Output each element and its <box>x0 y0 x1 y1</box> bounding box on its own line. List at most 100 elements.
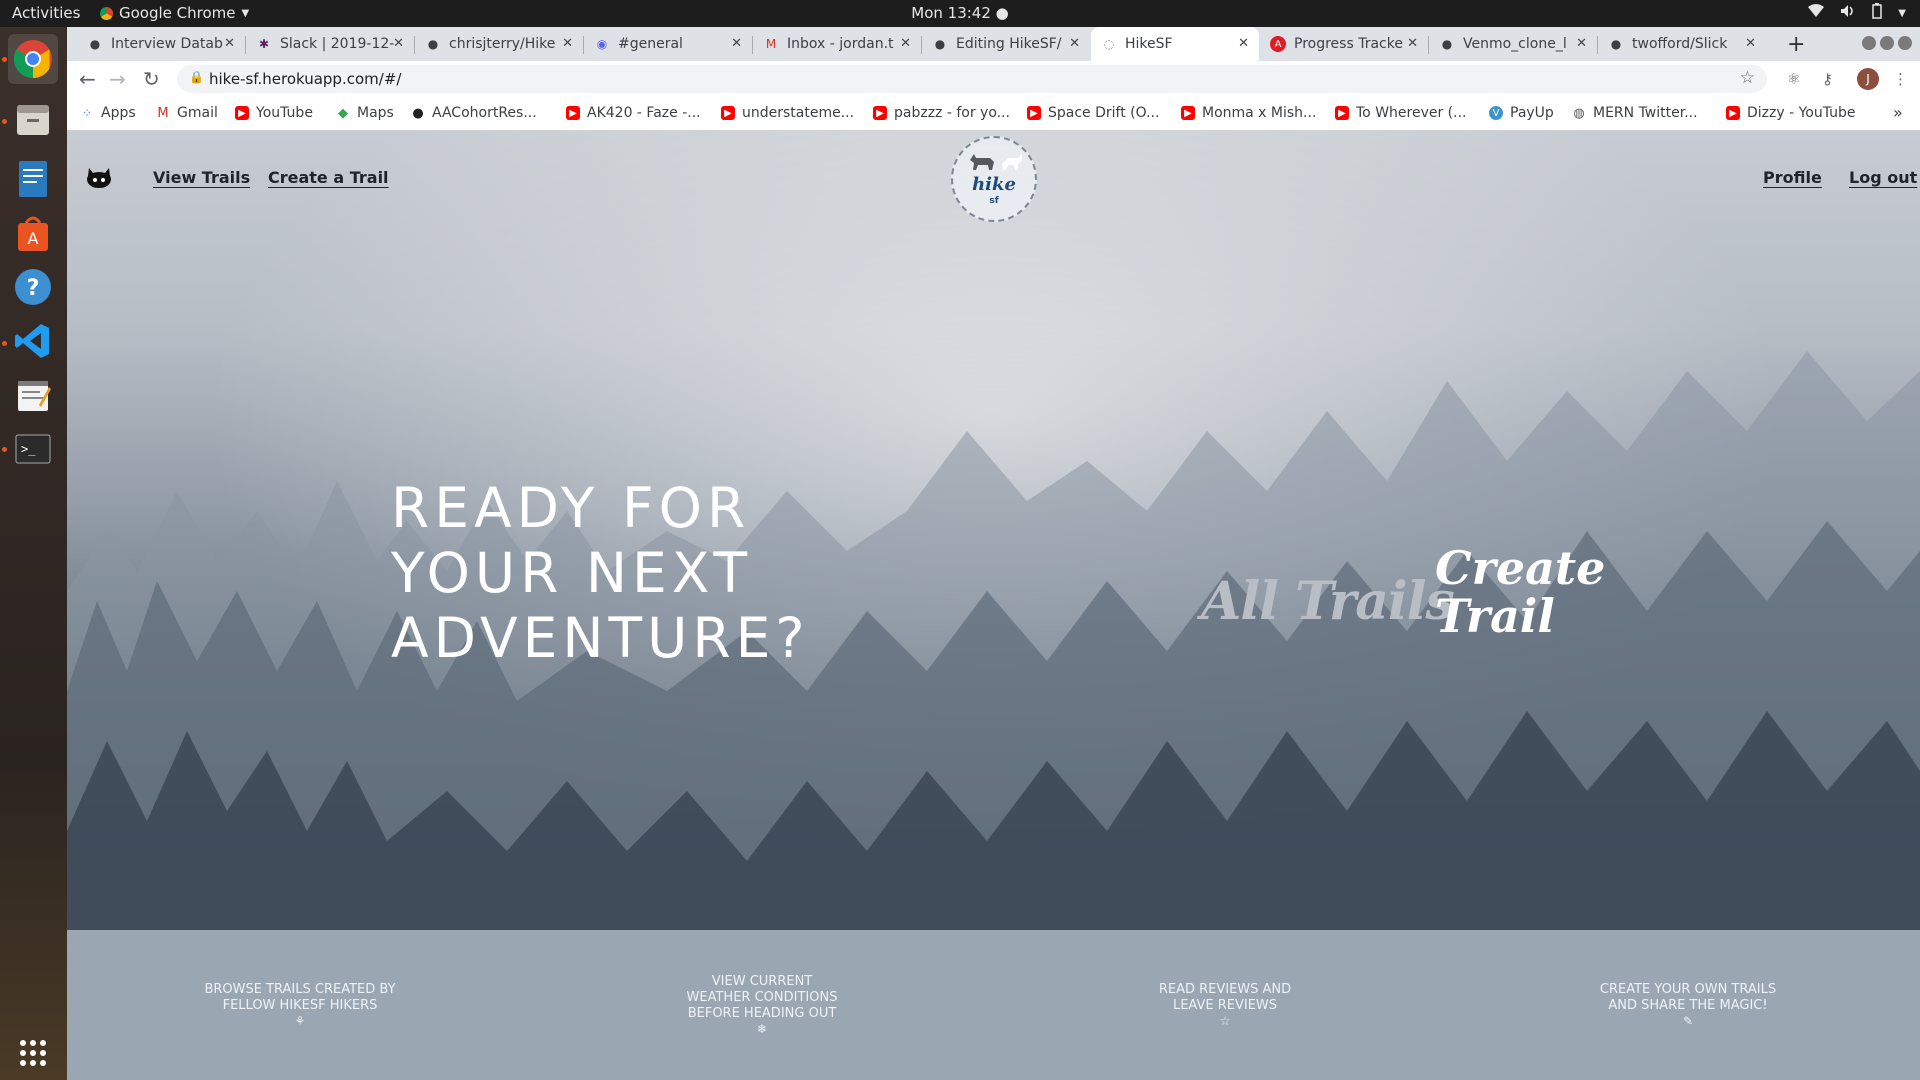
bookmark-understatement[interactable]: ▶ understateme... <box>721 105 854 121</box>
dock-vscode[interactable] <box>8 316 58 366</box>
bookmark-label: To Wherever (... <box>1356 105 1467 121</box>
more-menu-icon[interactable]: ⋮ <box>1893 70 1908 88</box>
tab-title: Venmo_clone_l <box>1463 36 1567 52</box>
close-icon[interactable]: ✕ <box>900 36 911 51</box>
close-window-button[interactable] <box>1898 36 1912 50</box>
tab-title: Slack | 2019-12-0 <box>280 36 395 52</box>
key-icon[interactable]: ⚷ <box>1822 70 1833 88</box>
bookmark-label: Monma x Mish... <box>1202 105 1317 121</box>
hikesf-logo[interactable]: hike sf <box>951 136 1037 222</box>
app-menu[interactable]: Google Chrome ▼ <box>100 4 249 22</box>
youtube-icon: ▶ <box>1335 106 1349 120</box>
terminal-icon: >_ <box>15 434 51 464</box>
bookmark-apps[interactable]: ⁘ Apps <box>80 105 136 121</box>
tab-inbox[interactable]: M Inbox - jordan.t ✕ <box>753 27 921 61</box>
bookmark-youtube[interactable]: ▶ YouTube <box>235 105 313 121</box>
back-button[interactable]: ← <box>79 67 96 91</box>
minimize-button[interactable] <box>1862 36 1876 50</box>
address-bar[interactable]: 🔒 hike-sf.herokuapp.com/#/ ☆ <box>177 65 1767 93</box>
nav-create-trail[interactable]: Create a Trail <box>268 168 389 187</box>
bookmark-label: MERN Twitter... <box>1593 105 1698 121</box>
close-icon[interactable]: ✕ <box>393 36 404 51</box>
close-icon[interactable]: ✕ <box>562 36 573 51</box>
bookmark-payup[interactable]: V PayUp <box>1489 105 1554 121</box>
close-icon[interactable]: ✕ <box>731 36 742 51</box>
create-trail-line: Trail <box>1435 589 1555 643</box>
nav-logout[interactable]: Log out <box>1849 168 1917 187</box>
bookmark-label: YouTube <box>256 105 313 121</box>
globe-icon: ◍ <box>1573 105 1585 121</box>
bookmark-to-wherever[interactable]: ▶ To Wherever (... <box>1335 105 1467 121</box>
tab-title: Progress Tracke <box>1294 36 1403 52</box>
bookmark-maps[interactable]: ◆ Maps <box>336 105 394 121</box>
extension-react-icon[interactable]: ⚛ <box>1787 70 1800 88</box>
tab-progress[interactable]: A Progress Tracke ✕ <box>1260 27 1428 61</box>
activities-button[interactable]: Activities <box>12 4 80 22</box>
lock-icon: 🔒 <box>189 70 204 84</box>
app-academy-icon: A <box>1270 36 1286 52</box>
tab-general[interactable]: ◉ #general ✕ <box>584 27 752 61</box>
reload-button[interactable]: ↻ <box>143 67 160 91</box>
dock-help[interactable]: ? <box>8 262 58 312</box>
bookmark-ak420[interactable]: ▶ AK420 - Faze -... <box>566 105 701 121</box>
dock-chrome[interactable] <box>8 34 58 84</box>
github-icon: ● <box>1610 37 1622 51</box>
bookmark-pabzzz[interactable]: ▶ pabzzz - for yo... <box>873 105 1010 121</box>
tab-title: Interview Datab <box>111 36 223 52</box>
bookmark-monma[interactable]: ▶ Monma x Mish... <box>1181 105 1316 121</box>
close-icon[interactable]: ✕ <box>1238 36 1249 51</box>
dock-software[interactable]: A <box>8 208 58 258</box>
tab-slack[interactable]: ✱ Slack | 2019-12-0 ✕ <box>246 27 414 61</box>
avatar[interactable]: J <box>1857 68 1879 90</box>
bookmark-dizzy[interactable]: ▶ Dizzy - YouTube <box>1726 105 1856 121</box>
app-menu-label: Google Chrome <box>119 4 236 22</box>
bookmark-aacohort[interactable]: ● AACohortRes... <box>411 105 537 121</box>
close-icon[interactable]: ✕ <box>1576 36 1587 51</box>
nav-view-trails[interactable]: View Trails <box>153 168 250 187</box>
url-text[interactable]: hike-sf.herokuapp.com/#/ <box>209 70 401 88</box>
bookmarks-overflow-button[interactable]: » <box>1893 103 1903 122</box>
bookmark-mern-twitter[interactable]: ◍ MERN Twitter... <box>1572 105 1698 121</box>
youtube-icon: ▶ <box>1726 106 1740 120</box>
bookmark-label: AACohortRes... <box>432 105 537 121</box>
tab-hikesf[interactable]: ◌ HikeSF ✕ <box>1091 27 1259 61</box>
tab-github-hike[interactable]: ● chrisjterry/Hike ✕ <box>415 27 583 61</box>
nav-profile[interactable]: Profile <box>1763 168 1822 187</box>
maximize-button[interactable] <box>1880 36 1894 50</box>
flower-icon: ⚘ <box>294 1014 306 1028</box>
show-applications-button[interactable] <box>8 1028 58 1078</box>
bookmark-star-icon[interactable]: ☆ <box>1740 68 1755 88</box>
forward-button[interactable]: → <box>109 67 126 91</box>
close-icon[interactable]: ✕ <box>1407 36 1418 51</box>
tab-strip: ● Interview Datab ✕ ✱ Slack | 2019-12-0 ✕ ● c… <box>67 27 1920 61</box>
tab-title: Editing HikeSF/ <box>956 36 1062 52</box>
all-trails-link[interactable]: All Trails <box>1201 571 1455 632</box>
close-icon[interactable]: ✕ <box>1745 36 1756 51</box>
dog-silhouette-icon <box>970 154 1022 170</box>
gmail-icon: M <box>765 37 777 51</box>
tab-venmo[interactable]: ● Venmo_clone_l ✕ <box>1429 27 1597 61</box>
dock-text-editor[interactable] <box>8 370 58 420</box>
close-icon[interactable]: ✕ <box>224 36 235 51</box>
clock[interactable]: Mon 13:42 <box>911 4 991 22</box>
create-trail-link[interactable]: Create Trail <box>1435 544 1605 643</box>
tab-interview[interactable]: ● Interview Datab ✕ <box>77 27 245 61</box>
youtube-icon: ▶ <box>1027 106 1041 120</box>
headline-line: READY FOR <box>391 476 751 540</box>
tab-editing[interactable]: ● Editing HikeSF/ ✕ <box>922 27 1090 61</box>
bookmark-gmail[interactable]: M Gmail <box>156 105 217 121</box>
system-indicators[interactable]: ▼ <box>1808 3 1906 23</box>
dock-terminal[interactable]: >_ <box>8 424 58 474</box>
dock-files[interactable] <box>8 94 58 144</box>
bookmark-label: Maps <box>357 105 394 121</box>
github-octocat-icon[interactable] <box>85 164 113 190</box>
bookmarks-bar: ⁘ Apps M Gmail ▶ YouTube ◆ Maps ● AACohortRes… <box>67 97 1920 131</box>
dock-writer[interactable] <box>8 154 58 204</box>
new-tab-button[interactable]: + <box>1787 32 1805 57</box>
close-icon[interactable]: ✕ <box>1069 36 1080 51</box>
tab-slick[interactable]: ● twofford/Slick ✕ <box>1598 27 1766 61</box>
foggy-forest-background <box>67 351 1920 930</box>
pencil-icon: ✎ <box>1682 1014 1694 1028</box>
github-icon: ● <box>89 37 101 51</box>
bookmark-space-drift[interactable]: ▶ Space Drift (O... <box>1027 105 1159 121</box>
